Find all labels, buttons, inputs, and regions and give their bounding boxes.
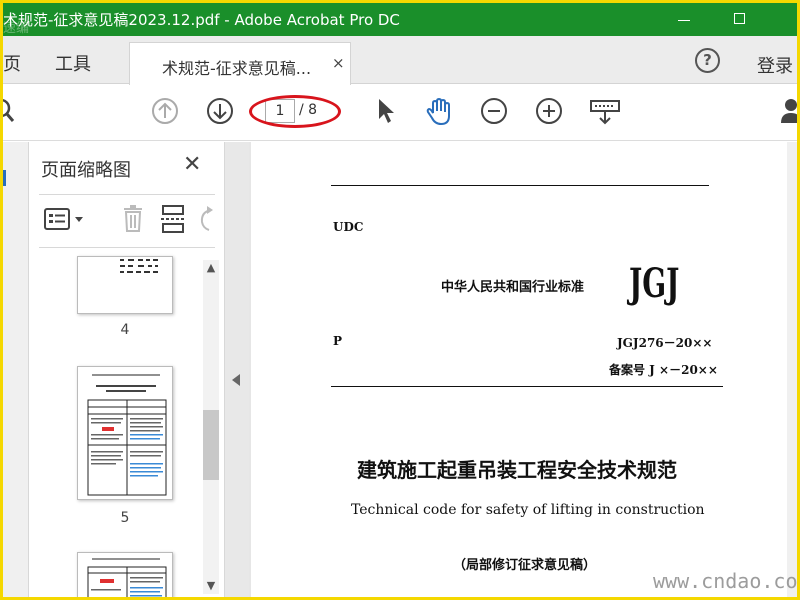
search-icon[interactable] — [3, 97, 17, 123]
tab-bar: 页 工具 术规范-征求意见稿... × ? 登录 — [3, 36, 797, 85]
collapse-left-icon[interactable] — [232, 374, 240, 386]
site-watermark: www.cndao.com — [653, 569, 797, 593]
thumbnails-panel: 页面缩略图 ✕ 4 5 ▲ ▼ — [29, 142, 225, 597]
document-page: UDC 中华人民共和国行业标准 JGJ P JGJ276－20×× 备案号 J … — [251, 142, 787, 597]
insert-page-icon[interactable] — [161, 204, 187, 234]
tab-home[interactable]: 页 — [3, 50, 21, 76]
document-title-cn: 建筑施工起重吊装工程安全技术规范 — [357, 458, 677, 482]
tab-document-label: 术规范-征求意见稿... — [162, 59, 312, 78]
thumbnails-scrollbar[interactable]: ▲ ▼ — [203, 260, 219, 594]
previous-page-icon[interactable] — [151, 97, 179, 125]
tab-document[interactable]: 术规范-征求意见稿... × — [129, 42, 351, 85]
window-title: 术规范-征求意见稿2023.12.pdf - Adobe Acrobat Pro… — [3, 11, 400, 29]
minimize-icon — [678, 20, 690, 21]
hand-tool-icon[interactable] — [425, 97, 455, 127]
top-rule — [331, 185, 709, 186]
tab-close-icon[interactable]: × — [332, 54, 345, 72]
select-tool-icon[interactable] — [375, 97, 397, 125]
scrollbar-thumb[interactable] — [203, 410, 219, 480]
help-icon[interactable]: ? — [695, 48, 720, 73]
maximize-button[interactable] — [715, 3, 765, 36]
document-scrollbar[interactable] — [787, 142, 797, 597]
maximize-icon — [734, 13, 745, 24]
document-subtitle: （局部修订征求意见稿） — [453, 558, 597, 573]
title-bar: 术规范-征求意见稿2023.12.pdf - Adobe Acrobat Pro… — [3, 3, 797, 36]
zoom-out-icon[interactable] — [480, 97, 508, 125]
app-window: 术规范-征求意见稿2023.12.pdf - Adobe Acrobat Pro… — [3, 3, 797, 597]
udc-label: UDC — [333, 220, 364, 234]
middle-rule — [331, 386, 723, 387]
thumbnail-page-4-number: 4 — [120, 322, 130, 338]
minimize-button[interactable] — [659, 3, 709, 36]
record-number: 备案号 J ×－20×× — [609, 363, 718, 377]
next-page-icon[interactable] — [206, 97, 234, 125]
rail-active-indicator — [3, 170, 6, 186]
fit-page-icon[interactable] — [589, 97, 621, 129]
highlight-annotation — [249, 95, 341, 128]
thumbnail-page-6-preview — [87, 558, 167, 597]
standard-org: 中华人民共和国行业标准 — [441, 280, 585, 295]
zoom-in-icon[interactable] — [535, 97, 563, 125]
thumbnail-page-5[interactable] — [77, 366, 173, 500]
thumbnail-page-5-preview — [87, 374, 167, 496]
jgj-mark: JGJ — [629, 260, 680, 307]
divider — [39, 247, 215, 248]
thumbnail-page-4-preview — [120, 259, 158, 273]
standard-code: JGJ276－20×× — [617, 336, 713, 350]
toolbar: 1 / 8 — [3, 85, 797, 141]
panel-collapse-strip[interactable] — [225, 142, 249, 597]
thumbnail-page-4[interactable] — [77, 256, 173, 314]
delete-page-icon[interactable] — [121, 204, 145, 234]
p-label: P — [333, 334, 343, 348]
user-icon[interactable] — [779, 97, 797, 125]
close-thumbnails-icon[interactable]: ✕ — [183, 152, 201, 177]
navigation-rail — [3, 142, 29, 597]
thumbnail-page-6[interactable] — [77, 552, 173, 597]
scroll-up-icon[interactable]: ▲ — [203, 260, 219, 276]
thumbnail-page-5-number: 5 — [120, 510, 130, 526]
divider — [39, 194, 215, 195]
login-button[interactable]: 登录 — [757, 52, 793, 78]
tab-tools[interactable]: 工具 — [55, 50, 91, 76]
thumbnails-heading: 页面缩略图 — [41, 160, 131, 181]
document-title-en: Technical code for safety of lifting in … — [351, 502, 705, 518]
document-view: UDC 中华人民共和国行业标准 JGJ P JGJ276－20×× 备案号 J … — [249, 142, 797, 597]
scroll-down-icon[interactable]: ▼ — [203, 578, 219, 594]
thumbnail-options-icon[interactable] — [43, 206, 89, 232]
overlay-watermark: 速编 — [3, 21, 30, 36]
rotate-page-icon[interactable] — [199, 206, 213, 234]
